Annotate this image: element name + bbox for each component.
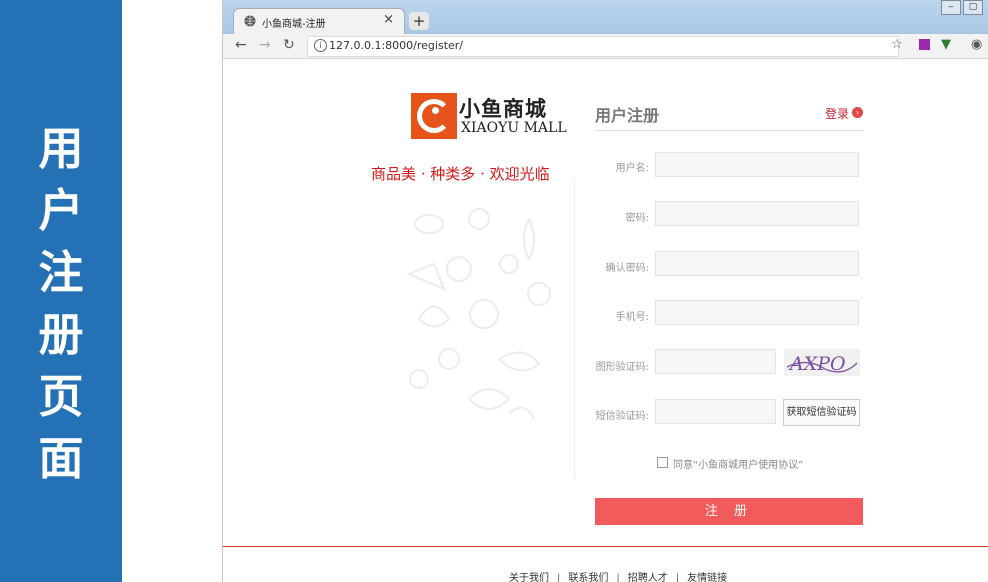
slide-title-char: 用	[38, 122, 84, 175]
info-icon[interactable]: i	[314, 39, 327, 52]
minimize-button[interactable]: ‒	[941, 0, 961, 15]
agreement-checkbox[interactable]	[657, 457, 668, 468]
slogan: 商品美 · 种类多 · 欢迎光临	[371, 165, 550, 183]
password-input[interactable]	[655, 201, 859, 226]
arrow-right-icon[interactable]: ›	[852, 107, 863, 118]
slide-title-char: 户	[38, 184, 84, 237]
window-controls: ‒ ▢	[939, 0, 983, 15]
login-link[interactable]: 登录	[825, 105, 849, 122]
slide-title-char: 页	[38, 370, 84, 423]
globe-icon	[244, 15, 256, 27]
browser-window: 小鱼商城-注册 × + ‒ ▢ ← → ↻ i 127.0.0.1:8000/r…	[222, 0, 988, 582]
username-input[interactable]	[655, 152, 859, 177]
slide-title: 用 户 注 册 页 面	[0, 118, 122, 490]
maximize-button[interactable]: ▢	[963, 0, 983, 15]
logo-eye-shape	[432, 107, 439, 114]
captcha-image[interactable]: AXPO	[784, 349, 860, 376]
vertical-divider	[574, 179, 575, 479]
mobile-label: 手机号:	[615, 312, 649, 323]
sms-code-input[interactable]	[655, 399, 776, 424]
food-illustration	[406, 208, 551, 420]
footer-separator: |	[675, 573, 680, 582]
browser-toolbar: ← → ↻ i 127.0.0.1:8000/register/ ☆ ▼ ◉	[223, 34, 988, 59]
browser-tab[interactable]: 小鱼商城-注册 ×	[233, 8, 405, 35]
register-page: 小鱼商城 XIAOYU MALL 商品美 · 种类多 · 欢迎光临 用户注册 登…	[223, 59, 988, 582]
bookmark-star-icon[interactable]: ☆	[891, 37, 903, 52]
slide-title-char: 册	[38, 308, 84, 361]
agreement-text[interactable]: 同意“小鱼商城用户使用协议”	[673, 456, 803, 471]
footer-divider	[223, 546, 988, 547]
username-label: 用户名:	[615, 163, 649, 174]
slide-title-band: 用 户 注 册 页 面	[0, 0, 122, 582]
captcha-text: AXPO	[788, 353, 846, 375]
register-button[interactable]: 注 册	[595, 498, 863, 525]
reload-icon[interactable]: ↻	[283, 37, 295, 53]
vue-devtools-icon[interactable]: ▼	[941, 37, 951, 52]
brand-name-en: XIAOYU MALL	[461, 120, 567, 136]
footer-separator: |	[557, 573, 561, 582]
close-icon[interactable]: ×	[383, 12, 394, 27]
password-label: 密码:	[625, 213, 649, 224]
confirm-password-input[interactable]	[655, 251, 859, 276]
slide-title-char: 面	[38, 432, 84, 485]
url-text: 127.0.0.1:8000/register/	[329, 39, 464, 52]
brand-logo[interactable]	[411, 93, 457, 139]
slide-title-char: 注	[38, 246, 84, 299]
get-sms-code-button[interactable]: 获取短信验证码	[783, 399, 860, 426]
back-arrow-icon[interactable]: ←	[235, 37, 247, 53]
extension-icon[interactable]	[919, 39, 930, 50]
brand-name-cn: 小鱼商城	[459, 97, 547, 121]
footer-links: 关于我们 | 联系我们 | 招聘人才 | 友情链接	[509, 569, 727, 582]
image-code-label: 图形验证码:	[595, 362, 649, 373]
forward-arrow-icon[interactable]: →	[259, 37, 271, 53]
title-underline	[595, 130, 863, 131]
footer-link-friends[interactable]: 友情链接	[687, 573, 727, 582]
browser-titlebar: 小鱼商城-注册 × + ‒ ▢	[223, 0, 988, 35]
tab-title: 小鱼商城-注册	[262, 19, 326, 30]
footer-separator: |	[616, 573, 620, 582]
register-title: 用户注册	[595, 106, 660, 125]
confirm-password-label: 确认密码:	[605, 263, 649, 274]
footer-link-about[interactable]: 关于我们	[509, 573, 549, 582]
slide-gap	[122, 0, 222, 582]
image-code-input[interactable]	[655, 349, 776, 374]
profile-icon[interactable]: ◉	[971, 37, 982, 52]
new-tab-button[interactable]: +	[409, 12, 429, 30]
footer-link-jobs[interactable]: 招聘人才	[628, 573, 668, 582]
footer-link-contact[interactable]: 联系我们	[568, 573, 608, 582]
logo-c-shape	[417, 99, 451, 133]
address-bar[interactable]: i 127.0.0.1:8000/register/	[307, 36, 899, 57]
sms-code-label: 短信验证码:	[595, 411, 649, 422]
mobile-input[interactable]	[655, 300, 859, 325]
